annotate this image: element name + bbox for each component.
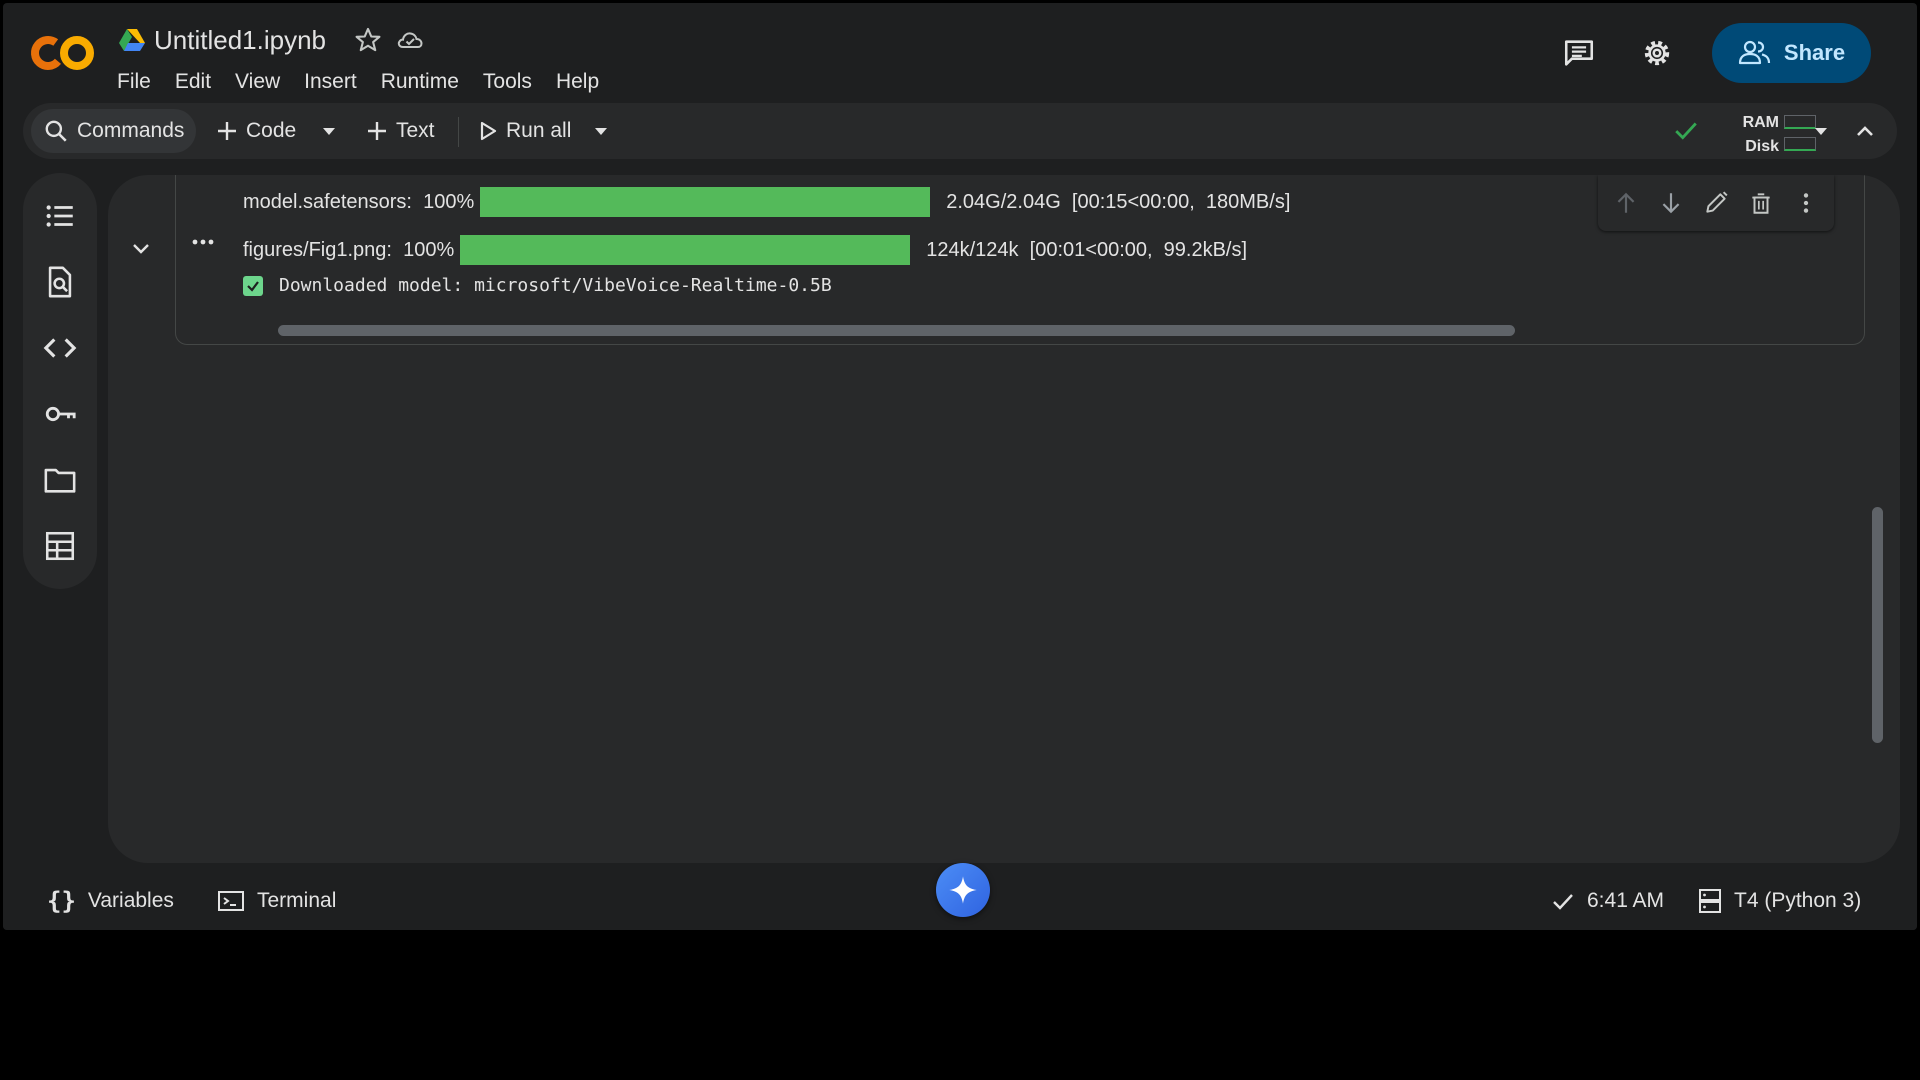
- share-button[interactable]: Share: [1712, 23, 1871, 83]
- people-icon: [1738, 40, 1771, 65]
- progress-stats: 2.04G/2.04G [00:15<00:00, 180MB/s]: [946, 190, 1291, 213]
- menu-view[interactable]: View: [235, 67, 292, 97]
- sparkle-icon: [949, 876, 977, 904]
- comments-icon: [1564, 40, 1594, 66]
- menu-edit[interactable]: Edit: [175, 67, 223, 97]
- colab-logo[interactable]: [29, 33, 97, 73]
- play-icon: [480, 121, 497, 141]
- plus-icon: [218, 122, 236, 140]
- left-sidebar: [23, 173, 97, 589]
- checkbox-checked-icon: [243, 275, 263, 296]
- text-label: Text: [396, 119, 435, 142]
- gear-icon: [1644, 40, 1670, 66]
- notebook-toolbar: Commands Code Text Run all RAM Disk: [23, 103, 1897, 159]
- secrets-key-icon[interactable]: [43, 397, 77, 431]
- find-replace-icon[interactable]: [43, 265, 77, 299]
- runtime-label: T4 (Python 3): [1734, 888, 1862, 912]
- checkmark-icon: [1553, 893, 1573, 910]
- data-table-icon[interactable]: [43, 529, 77, 563]
- resources-indicator[interactable]: RAM Disk: [1719, 111, 1779, 159]
- download-message-line: Downloaded model: microsoft/VibeVoice-Re…: [243, 275, 832, 296]
- progress-name: model.safetensors: [243, 190, 407, 213]
- arrow-down-icon[interactable]: [1658, 190, 1684, 216]
- braces-icon: {}: [47, 886, 76, 915]
- notebook-title[interactable]: Untitled1.ipynb: [154, 25, 326, 56]
- gemini-button[interactable]: [936, 863, 990, 917]
- caret-down-icon: [1815, 128, 1827, 135]
- progress-bar: [480, 187, 931, 217]
- edit-pencil-icon[interactable]: [1703, 190, 1729, 216]
- menu-insert[interactable]: Insert: [304, 67, 369, 97]
- star-icon[interactable]: [354, 26, 382, 54]
- horizontal-scrollbar[interactable]: [278, 325, 1515, 336]
- download-message: Downloaded model: microsoft/VibeVoice-Re…: [279, 275, 832, 296]
- ram-label: RAM: [1742, 114, 1779, 131]
- search-icon: [45, 120, 67, 142]
- caret-down-icon: [595, 128, 607, 135]
- progress-percent: 100%: [423, 190, 475, 213]
- server-icon: [1699, 888, 1721, 913]
- progress-row-model-safetensors: model.safetensors: 100% 2.04G/2.04G [00:…: [243, 187, 1290, 217]
- settings-button[interactable]: [1634, 30, 1680, 76]
- ram-meter: [1784, 115, 1816, 129]
- vertical-scrollbar[interactable]: [1872, 507, 1883, 743]
- plus-icon: [368, 122, 386, 140]
- run-all-button[interactable]: Run all: [478, 109, 571, 153]
- add-code-cell-button[interactable]: Code: [216, 109, 296, 153]
- menu-file[interactable]: File: [117, 67, 163, 97]
- progress-row-fig1: figures/Fig1.png: 100% 124k/124k [00:01<…: [243, 235, 1247, 265]
- connected-check-icon: [1675, 122, 1697, 140]
- chevron-up-icon: [1857, 126, 1873, 136]
- header-actions: Share: [1556, 23, 1871, 83]
- comments-button[interactable]: [1556, 30, 1602, 76]
- menu-runtime[interactable]: Runtime: [381, 67, 471, 97]
- caret-down-icon: [323, 128, 335, 135]
- resources-dropdown[interactable]: [1813, 109, 1829, 153]
- resource-meters: [1784, 115, 1816, 159]
- run-all-label: Run all: [506, 119, 572, 142]
- variables-label: Variables: [87, 888, 174, 912]
- commands-button[interactable]: Commands: [31, 109, 197, 153]
- disk-meter: [1784, 137, 1816, 151]
- terminal-icon: [218, 890, 244, 911]
- run-options-dropdown[interactable]: [593, 109, 609, 153]
- add-text-cell-button[interactable]: Text: [366, 109, 435, 153]
- colab-window: Untitled1.ipynb File Edit View Insert Ru…: [3, 3, 1917, 930]
- code-label: Code: [246, 119, 297, 142]
- runtime-info[interactable]: T4 (Python 3): [1698, 871, 1861, 930]
- menu-help[interactable]: Help: [556, 67, 611, 97]
- progress-bar: [460, 235, 911, 265]
- code-options-dropdown[interactable]: [321, 109, 337, 153]
- terminal-label: Terminal: [257, 888, 337, 912]
- title-row: Untitled1.ipynb: [118, 23, 438, 57]
- toolbar-divider: [458, 117, 459, 147]
- disk-label: Disk: [1745, 138, 1779, 155]
- cloud-saved-icon[interactable]: [396, 26, 424, 54]
- delete-icon[interactable]: [1748, 190, 1774, 216]
- more-vertical-icon[interactable]: [1793, 190, 1819, 216]
- variables-button[interactable]: {} Variables: [47, 871, 174, 930]
- menu-tools[interactable]: Tools: [483, 67, 544, 97]
- progress-stats: 124k/124k [00:01<00:00, 99.2kB/s]: [926, 238, 1248, 261]
- google-drive-icon[interactable]: [118, 28, 146, 52]
- execution-time: 6:41 AM: [1587, 888, 1665, 912]
- notebook-area[interactable]: model.safetensors: 100% 2.04G/2.04G [00:…: [108, 175, 1900, 863]
- menu-bar: File Edit View Insert Runtime Tools Help: [117, 67, 623, 97]
- execution-status[interactable]: 6:41 AM: [1551, 871, 1664, 930]
- arrow-up-icon[interactable]: [1613, 190, 1639, 216]
- progress-name: figures/Fig1.png: [243, 238, 387, 261]
- files-folder-icon[interactable]: [43, 463, 77, 497]
- chevron-down-icon[interactable]: [130, 241, 152, 257]
- cell-toolbar: [1598, 175, 1834, 231]
- collapse-header-button[interactable]: [1855, 109, 1875, 153]
- table-of-contents-icon[interactable]: [43, 199, 77, 233]
- progress-percent: 100%: [403, 238, 455, 261]
- terminal-button[interactable]: Terminal: [217, 871, 336, 930]
- commands-label: Commands: [77, 119, 185, 142]
- code-snippets-icon[interactable]: [43, 331, 77, 365]
- share-label: Share: [1783, 40, 1846, 65]
